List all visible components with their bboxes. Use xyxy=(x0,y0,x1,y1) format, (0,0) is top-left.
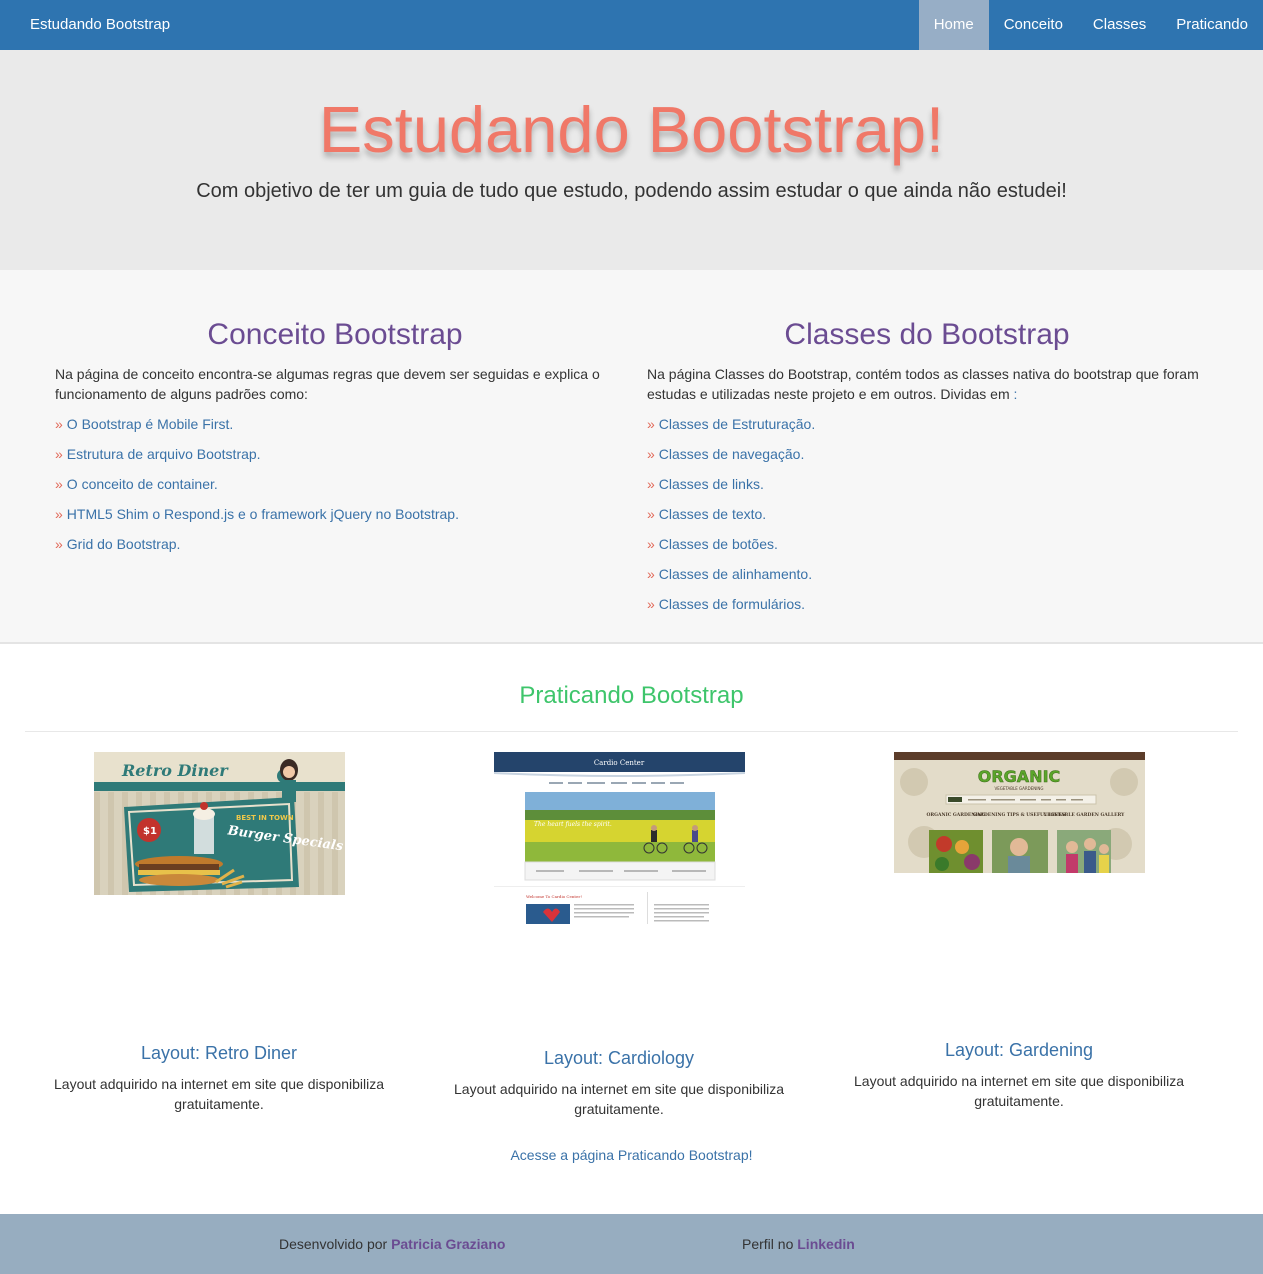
access-practice-link[interactable]: Acesse a página Praticando Bootstrap! xyxy=(510,1147,752,1163)
access-practice: Acesse a página Praticando Bootstrap! xyxy=(0,1147,1263,1163)
nav-item-home[interactable]: Home xyxy=(918,0,989,50)
divider xyxy=(25,731,1238,732)
concept-link[interactable]: O conceito de container. xyxy=(67,476,218,492)
list-item: » Classes de links. xyxy=(647,474,1207,504)
bullet-icon: » xyxy=(647,416,655,432)
list-item: » O conceito de container. xyxy=(55,474,615,504)
card-title-gardening: Layout: Gardening xyxy=(944,1040,1094,1060)
card-description-gardening: Layout adquirido na internet em site que… xyxy=(854,1073,1184,1109)
list-item: » Classes de navegação. xyxy=(647,444,1207,474)
bullet-icon: » xyxy=(647,566,655,582)
concept-link[interactable]: Estrutura de arquivo Bootstrap. xyxy=(67,446,261,462)
classes-link[interactable]: Classes de alinhamento. xyxy=(659,566,812,582)
bullet-icon: » xyxy=(647,476,655,492)
bullet-icon: » xyxy=(647,506,655,522)
nav-item-conceito[interactable]: Conceito xyxy=(989,0,1078,50)
list-item: » Classes de botões. xyxy=(647,534,1207,564)
retro-diner-tag: BEST IN TOWN xyxy=(236,814,294,822)
classes-link[interactable]: Classes de texto. xyxy=(659,506,766,522)
classes-column: Classes do Bootstrap Na página Classes d… xyxy=(647,270,1207,624)
classes-link-list: » Classes de Estruturação. » Classes de na… xyxy=(647,414,1207,624)
classes-link[interactable]: Classes de formulários. xyxy=(659,596,805,612)
card-description-cardiology: Layout adquirido na internet em site que… xyxy=(454,1081,784,1117)
nav-item-praticando[interactable]: Praticando xyxy=(1161,0,1263,50)
list-item: » Classes de formulários. xyxy=(647,594,1207,624)
card-title-cardiology: Layout: Cardiology xyxy=(543,1048,695,1068)
concept-description: Na página de conceito encontra-se alguma… xyxy=(55,366,600,402)
footer-developer-name[interactable]: Patricia Graziano xyxy=(391,1236,505,1252)
concept-link-list: » O Bootstrap é Mobile First. » Estrutura … xyxy=(55,414,615,564)
retro-diner-price: $1 xyxy=(143,826,157,837)
gardening-image: ORGANIC VEGETABLE GARDENING ORGANIC GARD… xyxy=(894,752,1145,873)
navbar: Estudando Bootstrap Home Conceito Classe… xyxy=(0,0,1263,50)
navbar-brand[interactable]: Estudando Bootstrap xyxy=(30,0,170,50)
card-description-retro-diner: Layout adquirido na internet em site que… xyxy=(54,1076,384,1112)
list-item: » Estrutura de arquivo Bootstrap. xyxy=(55,444,615,474)
concept-title: Conceito Bootstrap xyxy=(207,318,463,351)
list-item: » Grid do Bootstrap. xyxy=(55,534,615,564)
footer-profile-prefix: Perfil no xyxy=(742,1236,794,1252)
retro-diner-image: Retro Diner $1 BEST IN TOWN Burger Speci… xyxy=(94,752,345,895)
jumbotron: Estudando Bootstrap! Com objetivo de ter… xyxy=(0,50,1263,270)
cardiology-image: Cardio Center The heart fuels the spirit… xyxy=(494,752,745,927)
classes-link[interactable]: Classes de botões. xyxy=(659,536,778,552)
list-item: » Classes de texto. xyxy=(647,504,1207,534)
classes-description-colon: : xyxy=(1013,386,1018,402)
list-item: » Classes de Estruturação. xyxy=(647,414,1207,444)
classes-link[interactable]: Classes de navegação. xyxy=(659,446,805,462)
retro-diner-thumbnail[interactable]: Retro Diner $1 BEST IN TOWN Burger Speci… xyxy=(94,752,345,895)
bullet-icon: » xyxy=(55,476,63,492)
footer-linkedin-link[interactable]: Linkedin xyxy=(797,1236,855,1252)
gardening-thumbnail[interactable]: ORGANIC VEGETABLE GARDENING ORGANIC GARD… xyxy=(894,752,1145,873)
concept-link[interactable]: O Bootstrap é Mobile First. xyxy=(67,416,234,432)
classes-description: Na página Classes do Bootstrap, contém t… xyxy=(647,364,1207,404)
concept-section: Conceito Bootstrap Na página de conceito… xyxy=(0,270,1263,644)
navbar-menu: Home Conceito Classes Praticando xyxy=(918,0,1263,50)
bullet-icon: » xyxy=(647,536,655,552)
jumbotron-title: Estudando Bootstrap! xyxy=(318,93,945,166)
classes-title: Classes do Bootstrap xyxy=(784,318,1070,351)
footer-profile: Perfil no Linkedin xyxy=(742,1236,855,1252)
cardiology-logo: Cardio Center xyxy=(594,759,645,767)
gardening-col-3: VEGETABLE GARDEN GALLERY xyxy=(1043,812,1126,818)
concept-column: Conceito Bootstrap Na página de conceito… xyxy=(55,270,615,564)
concept-link[interactable]: HTML5 Shim o Respond.js e o framework jQ… xyxy=(67,506,459,522)
retro-diner-logo: Retro Diner xyxy=(121,761,229,780)
card-title-retro-diner: Layout: Retro Diner xyxy=(140,1043,298,1063)
jumbotron-subtitle: Com objetivo de ter um guia de tudo que … xyxy=(196,180,1067,202)
footer-developer-prefix: Desenvolvido por xyxy=(279,1236,388,1252)
bullet-icon: » xyxy=(647,446,655,462)
cardiology-welcome: Welcome To Cardio Center! xyxy=(526,894,582,899)
gardening-logo: ORGANIC xyxy=(978,767,1061,786)
access-practice-text: Acesse a página Praticando Bootstrap xyxy=(510,1147,749,1163)
cardiology-thumbnail[interactable]: Cardio Center The heart fuels the spirit… xyxy=(494,752,745,927)
classes-link[interactable]: Classes de links. xyxy=(659,476,764,492)
bullet-icon: » xyxy=(55,446,63,462)
bullet-icon: » xyxy=(55,416,63,432)
list-item: » Classes de alinhamento. xyxy=(647,564,1207,594)
practice-title: Praticando Bootstrap xyxy=(519,682,744,709)
list-item: » O Bootstrap é Mobile First. xyxy=(55,414,615,444)
nav-item-classes[interactable]: Classes xyxy=(1078,0,1161,50)
bullet-icon: » xyxy=(55,536,63,552)
cardiology-caption: The heart fuels the spirit. xyxy=(534,821,612,828)
access-practice-bang: ! xyxy=(748,1147,753,1163)
classes-link[interactable]: Classes de Estruturação. xyxy=(659,416,815,432)
bullet-icon: » xyxy=(55,506,63,522)
concept-link[interactable]: Grid do Bootstrap. xyxy=(67,536,181,552)
classes-description-text: Na página Classes do Bootstrap, contém t… xyxy=(647,366,1199,402)
bullet-icon: » xyxy=(647,596,655,612)
list-item: » HTML5 Shim o Respond.js e o framework j… xyxy=(55,504,615,534)
footer-developer: Desenvolvido por Patricia Graziano xyxy=(279,1236,505,1252)
footer: Desenvolvido por Patricia Graziano Perfi… xyxy=(0,1214,1263,1274)
gardening-tagline: VEGETABLE GARDENING xyxy=(994,786,1043,791)
